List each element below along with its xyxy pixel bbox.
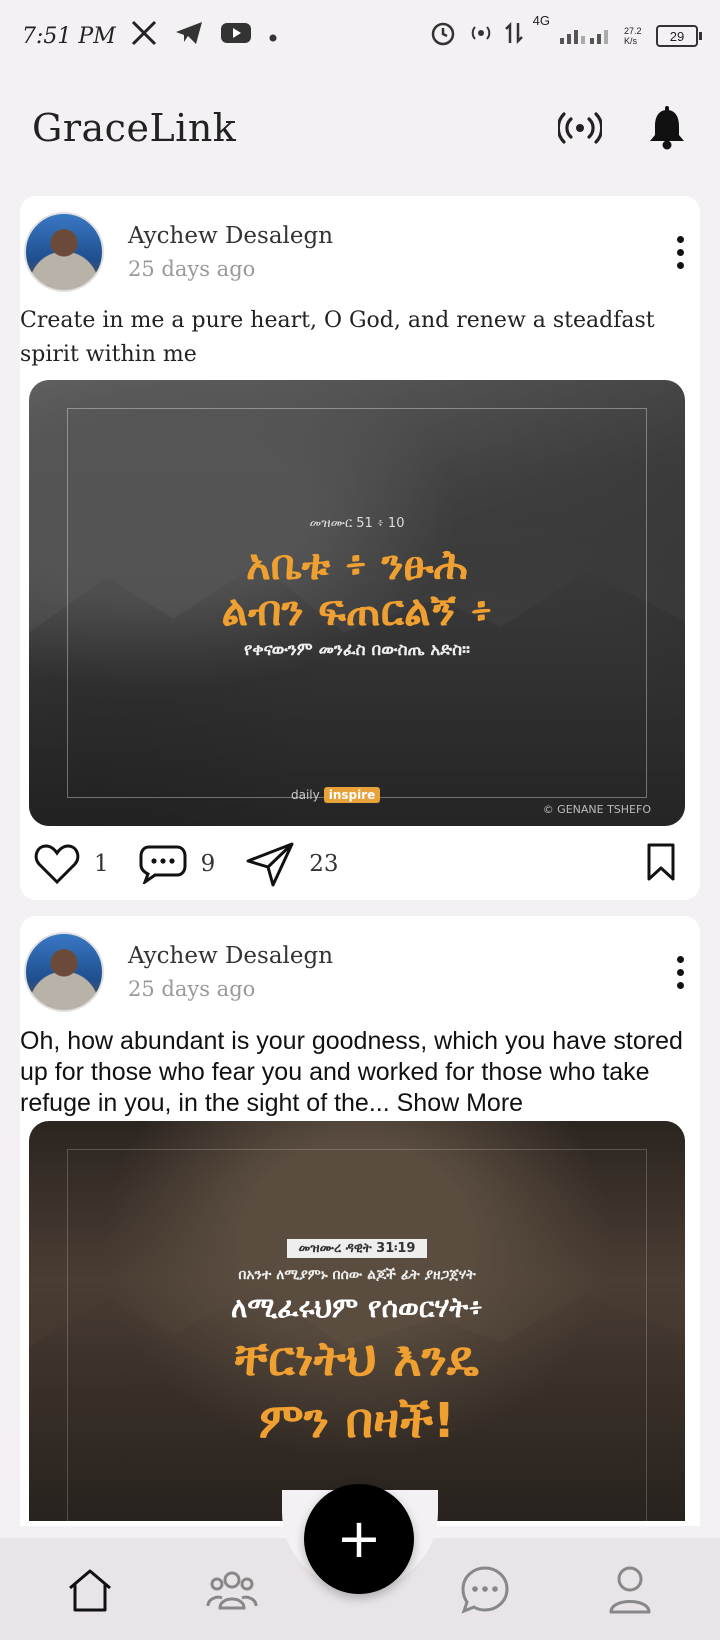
verse-line-0: በአንተ ለሚያምኑ በሰው ልጆች ፊት ያዘጋጀሃት bbox=[238, 1267, 476, 1283]
share-count: 23 bbox=[309, 851, 339, 877]
avatar[interactable] bbox=[24, 212, 104, 292]
verse-reference: መዝሙር 51 ፥ 10 bbox=[309, 516, 405, 531]
verse-reference-label: መዝሙረ ዳዊት 31፡19 bbox=[286, 1239, 428, 1258]
more-options-button[interactable] bbox=[671, 230, 690, 275]
author-name[interactable]: Aychew Desalegn bbox=[128, 223, 333, 249]
broadcast-icon bbox=[558, 112, 602, 144]
bookmark-icon bbox=[647, 843, 675, 880]
nav-chat[interactable] bbox=[457, 1562, 513, 1618]
status-time: 7:51 PM bbox=[22, 23, 116, 49]
nav-home[interactable] bbox=[62, 1562, 118, 1618]
brand-badge: daily inspire bbox=[291, 787, 381, 803]
more-options-button[interactable] bbox=[671, 950, 690, 995]
network-label: 4G bbox=[532, 13, 550, 28]
groups-icon bbox=[206, 1571, 258, 1610]
status-bar: 7:51 PM 4G 27.2 K/s 29 bbox=[0, 0, 720, 72]
profile-icon bbox=[609, 1566, 651, 1614]
post-text: Create in me a pure heart, O God, and re… bbox=[20, 308, 655, 367]
verse-line-3: የቀናውንም መንፈስ በውስጤ አድስ። bbox=[243, 640, 470, 660]
notification-dot-icon bbox=[268, 22, 278, 50]
verse-line-1: ለሚፈሩህም የሰወርሃት፥ bbox=[230, 1291, 483, 1324]
post-image[interactable]: መዝሙር 51 ፥ 10 አቤቱ ፥ ንፁሕ ልብን ፍጠርልኝ ፥ የቀናውን… bbox=[29, 380, 685, 826]
bell-icon bbox=[650, 106, 684, 150]
avatar[interactable] bbox=[24, 932, 104, 1012]
brand-badge-label: inspire bbox=[323, 787, 381, 803]
broadcast-button[interactable] bbox=[558, 112, 602, 144]
post-text[interactable]: Oh, how abundant is your goodness, which… bbox=[20, 1012, 700, 1119]
add-post-button[interactable]: + bbox=[304, 1484, 414, 1594]
post-time: 25 days ago bbox=[128, 257, 256, 281]
comment-count: 9 bbox=[200, 851, 216, 877]
brand-label: daily bbox=[291, 788, 320, 802]
post-image[interactable]: መዝሙረ ዳዊት 31፡19 በአንተ ለሚያምኑ በሰው ልጆች ፊት ያዘጋ… bbox=[29, 1121, 685, 1521]
app-title: GraceLink bbox=[32, 106, 237, 150]
data-transfer-icon bbox=[504, 21, 523, 51]
signal-icon bbox=[560, 22, 614, 50]
post-actions: 1 9 23 bbox=[20, 826, 700, 902]
home-icon bbox=[69, 1569, 111, 1612]
more-dots-icon bbox=[677, 955, 684, 963]
verse-line-2: ልብን ፍጠርልኝ ፥ bbox=[221, 586, 493, 635]
chat-icon bbox=[461, 1566, 509, 1614]
post-card: Aychew Desalegn 25 days ago Create in me… bbox=[20, 196, 700, 900]
verse-line-3: ምን በዛች! bbox=[258, 1393, 456, 1449]
author-name[interactable]: Aychew Desalegn bbox=[128, 943, 333, 969]
verse-line-2: ቸርነትህ እንዴ bbox=[235, 1331, 479, 1387]
image-credit: © GENANE TSHEFO bbox=[542, 803, 651, 816]
battery-level: 29 bbox=[669, 28, 685, 44]
bookmark-button[interactable] bbox=[646, 843, 676, 886]
telegram-icon bbox=[174, 20, 204, 53]
comment-button[interactable]: 9 bbox=[139, 844, 216, 884]
post-header: Aychew Desalegn 25 days ago bbox=[20, 916, 700, 1012]
nav-profile[interactable] bbox=[602, 1562, 658, 1618]
post-header: Aychew Desalegn 25 days ago bbox=[20, 196, 700, 292]
send-icon bbox=[246, 842, 294, 887]
comment-icon bbox=[139, 845, 187, 884]
heart-icon bbox=[34, 844, 80, 885]
x-app-icon bbox=[130, 20, 158, 53]
like-button[interactable]: 1 bbox=[34, 843, 109, 885]
post-time: 25 days ago bbox=[128, 977, 256, 1001]
youtube-icon bbox=[220, 21, 252, 52]
like-count: 1 bbox=[94, 851, 109, 877]
verse-reference: መዝሙረ ዳዊት 31፡19 bbox=[29, 1237, 685, 1258]
hotspot-icon bbox=[467, 21, 495, 51]
alarm-icon bbox=[429, 19, 457, 53]
share-button[interactable]: 23 bbox=[245, 841, 339, 887]
nav-groups[interactable] bbox=[204, 1562, 260, 1618]
app-header: GraceLink bbox=[0, 72, 720, 184]
add-icon: + bbox=[336, 1507, 382, 1570]
more-dots-icon bbox=[677, 235, 684, 243]
battery-icon: 29 bbox=[656, 25, 702, 47]
verse-line-1: አቤቱ ፥ ንፁሕ bbox=[246, 540, 468, 589]
post-card: Aychew Desalegn 25 days ago Oh, how abun… bbox=[20, 916, 700, 1526]
notifications-button[interactable] bbox=[646, 106, 688, 150]
speed-label: 27.2 K/s bbox=[624, 26, 642, 46]
